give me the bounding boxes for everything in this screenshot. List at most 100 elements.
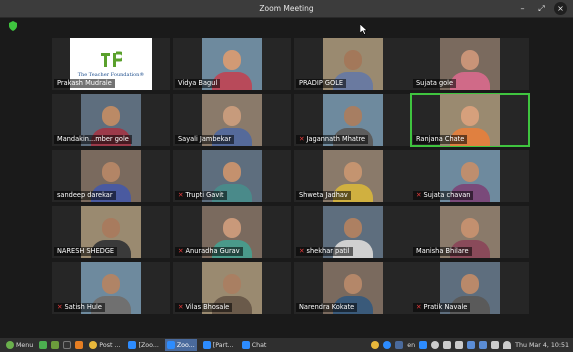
participant-tile[interactable]: Narendra Kokate bbox=[294, 262, 412, 314]
muted-mic-icon: ✕ bbox=[178, 247, 184, 255]
window-titlebar: Zoom Meeting – ⤢ × bbox=[0, 0, 573, 18]
update-icon[interactable] bbox=[491, 341, 500, 349]
participant-name: shekhar patil bbox=[306, 247, 350, 255]
chrome-tray-icon[interactable] bbox=[371, 341, 380, 349]
participant-nameplate: Narendra Kokate bbox=[296, 303, 358, 312]
muted-mic-icon: ✕ bbox=[57, 303, 63, 311]
participant-tile[interactable]: ✕ Anuradha Gurav bbox=[173, 206, 291, 258]
participant-tile[interactable]: NARESH SHEDGE bbox=[52, 206, 170, 258]
zoom-icon bbox=[241, 341, 250, 349]
mouse-cursor-icon bbox=[360, 24, 368, 35]
participant-nameplate: ✕ Pratik Navale bbox=[413, 303, 471, 312]
participant-tile[interactable]: ✕ Jagannath Mhatre bbox=[294, 94, 412, 146]
participant-tile[interactable]: The Teacher Foundation® Prakash Mudrale bbox=[52, 38, 170, 90]
muted-mic-icon: ✕ bbox=[178, 303, 184, 311]
participant-tile[interactable]: Sujata gole bbox=[411, 38, 529, 90]
participant-nameplate: Vidya Bagul bbox=[175, 79, 221, 88]
taskbar-app-chat[interactable]: Chat bbox=[240, 339, 269, 351]
battery-icon[interactable] bbox=[455, 341, 464, 349]
participant-tile[interactable]: ✕ Satish Hule bbox=[52, 262, 170, 314]
participant-nameplate: Prakash Mudrale bbox=[54, 79, 115, 88]
mic-icon[interactable] bbox=[431, 341, 440, 349]
zoom-icon bbox=[202, 341, 211, 349]
menu-button[interactable]: Menu bbox=[4, 339, 35, 351]
participant-tile[interactable]: Manisha Bhilare bbox=[411, 206, 529, 258]
show-desktop-icon[interactable] bbox=[39, 341, 48, 349]
participant-tile[interactable]: Vidya Bagul bbox=[173, 38, 291, 90]
window-controls: – ⤢ × bbox=[516, 2, 567, 15]
taskbar-app-participants[interactable]: [Part... bbox=[201, 339, 236, 351]
menu-label: Menu bbox=[16, 341, 34, 349]
participant-tile[interactable]: ✕ Vilas Bhosale bbox=[173, 262, 291, 314]
taskbar-app-label: Chat bbox=[251, 341, 267, 349]
person-head bbox=[344, 218, 362, 238]
participant-nameplate: Manisha Bhilare bbox=[413, 247, 472, 256]
shield-icon[interactable] bbox=[8, 21, 18, 31]
maximize-button[interactable]: ⤢ bbox=[535, 2, 548, 15]
muted-mic-icon: ✕ bbox=[416, 191, 422, 199]
person-head bbox=[223, 106, 241, 126]
video-tray-icon[interactable] bbox=[419, 341, 428, 349]
participant-tile[interactable]: sandeep darekar bbox=[52, 150, 170, 202]
window-title: Zoom Meeting bbox=[259, 4, 314, 13]
zoom-tray-icon[interactable] bbox=[383, 341, 392, 349]
participant-tile[interactable]: ✕ Trupti Gavit bbox=[173, 150, 291, 202]
muted-mic-icon: ✕ bbox=[299, 135, 305, 143]
participant-tile[interactable]: ✕ shekhar patil bbox=[294, 206, 412, 258]
participant-nameplate: ✕ Trupti Gavit bbox=[175, 191, 227, 200]
participant-tile[interactable]: Mandakin...mber gole bbox=[52, 94, 170, 146]
participant-tile[interactable]: Sayali Jambekar bbox=[173, 94, 291, 146]
taskbar-app-label: Zoo... bbox=[176, 341, 195, 349]
person-head bbox=[223, 50, 241, 70]
logo-caption: The Teacher Foundation® bbox=[77, 72, 145, 78]
participant-name: Sujata chavan bbox=[423, 191, 471, 199]
participant-tile[interactable]: ✕ Sujata chavan bbox=[411, 150, 529, 202]
participant-name: sandeep darekar bbox=[57, 191, 113, 199]
participant-name: PRADIP GOLE bbox=[299, 79, 344, 87]
participant-name: Ranjana Chate bbox=[416, 135, 465, 143]
participant-nameplate: ✕ Vilas Bhosale bbox=[175, 303, 233, 312]
participant-name: Narendra Kokate bbox=[299, 303, 355, 311]
taskbar-app-zoom-1[interactable]: [Zoo... bbox=[126, 339, 160, 351]
participant-name: Prakash Mudrale bbox=[57, 79, 112, 87]
participant-name: NARESH SHEDGE bbox=[57, 247, 115, 255]
keyboard-layout[interactable]: en bbox=[407, 342, 415, 349]
minimize-button[interactable]: – bbox=[516, 2, 529, 15]
participant-nameplate: ✕ Sujata chavan bbox=[413, 191, 474, 200]
close-button[interactable]: × bbox=[554, 2, 567, 15]
person-head bbox=[102, 274, 120, 294]
participant-tile[interactable]: ✕ Pratik Navale bbox=[411, 262, 529, 314]
person-head bbox=[102, 218, 120, 238]
app-launcher-icon[interactable] bbox=[75, 341, 84, 349]
volume-icon[interactable] bbox=[443, 341, 452, 349]
taskbar-app-post[interactable]: Post ... bbox=[87, 339, 122, 351]
person-head bbox=[223, 218, 241, 238]
file-manager-icon[interactable] bbox=[51, 341, 60, 349]
gallery-view: The Teacher Foundation® Prakash Mudrale Vi… bbox=[0, 18, 573, 338]
person-head bbox=[102, 106, 120, 126]
taskbar-app-label: [Zoo... bbox=[138, 341, 159, 349]
taskbar-app-zoom-2[interactable]: Zoo... bbox=[164, 339, 197, 351]
person-head bbox=[461, 106, 479, 126]
clock[interactable]: Thu Mar 4, 10:51 bbox=[515, 342, 569, 349]
monitor-icon[interactable] bbox=[395, 341, 404, 349]
participant-tile[interactable]: Shweta Jadhav bbox=[294, 150, 412, 202]
participant-name: Pratik Navale bbox=[423, 303, 468, 311]
muted-mic-icon: ✕ bbox=[416, 303, 422, 311]
muted-mic-icon: ✕ bbox=[178, 191, 184, 199]
zoom-icon bbox=[166, 341, 175, 349]
person-head bbox=[344, 106, 362, 126]
participant-tile[interactable]: Ranjana Chate bbox=[410, 93, 530, 147]
participant-name: Jagannath Mhatre bbox=[306, 135, 366, 143]
taskbar-app-label: Post ... bbox=[99, 341, 121, 349]
participant-nameplate: Sujata gole bbox=[413, 79, 457, 88]
participant-name: Trupti Gavit bbox=[185, 191, 224, 199]
participant-nameplate: Sayali Jambekar bbox=[175, 135, 235, 144]
participant-name: Anuradha Gurav bbox=[185, 247, 240, 255]
participant-nameplate: Mandakin...mber gole bbox=[54, 135, 132, 144]
terminal-icon[interactable] bbox=[63, 341, 72, 349]
wifi-icon[interactable] bbox=[503, 341, 512, 349]
bluetooth-icon[interactable] bbox=[467, 341, 476, 349]
shield-tray-icon[interactable] bbox=[479, 341, 488, 349]
participant-tile[interactable]: PRADIP GOLE bbox=[294, 38, 412, 90]
